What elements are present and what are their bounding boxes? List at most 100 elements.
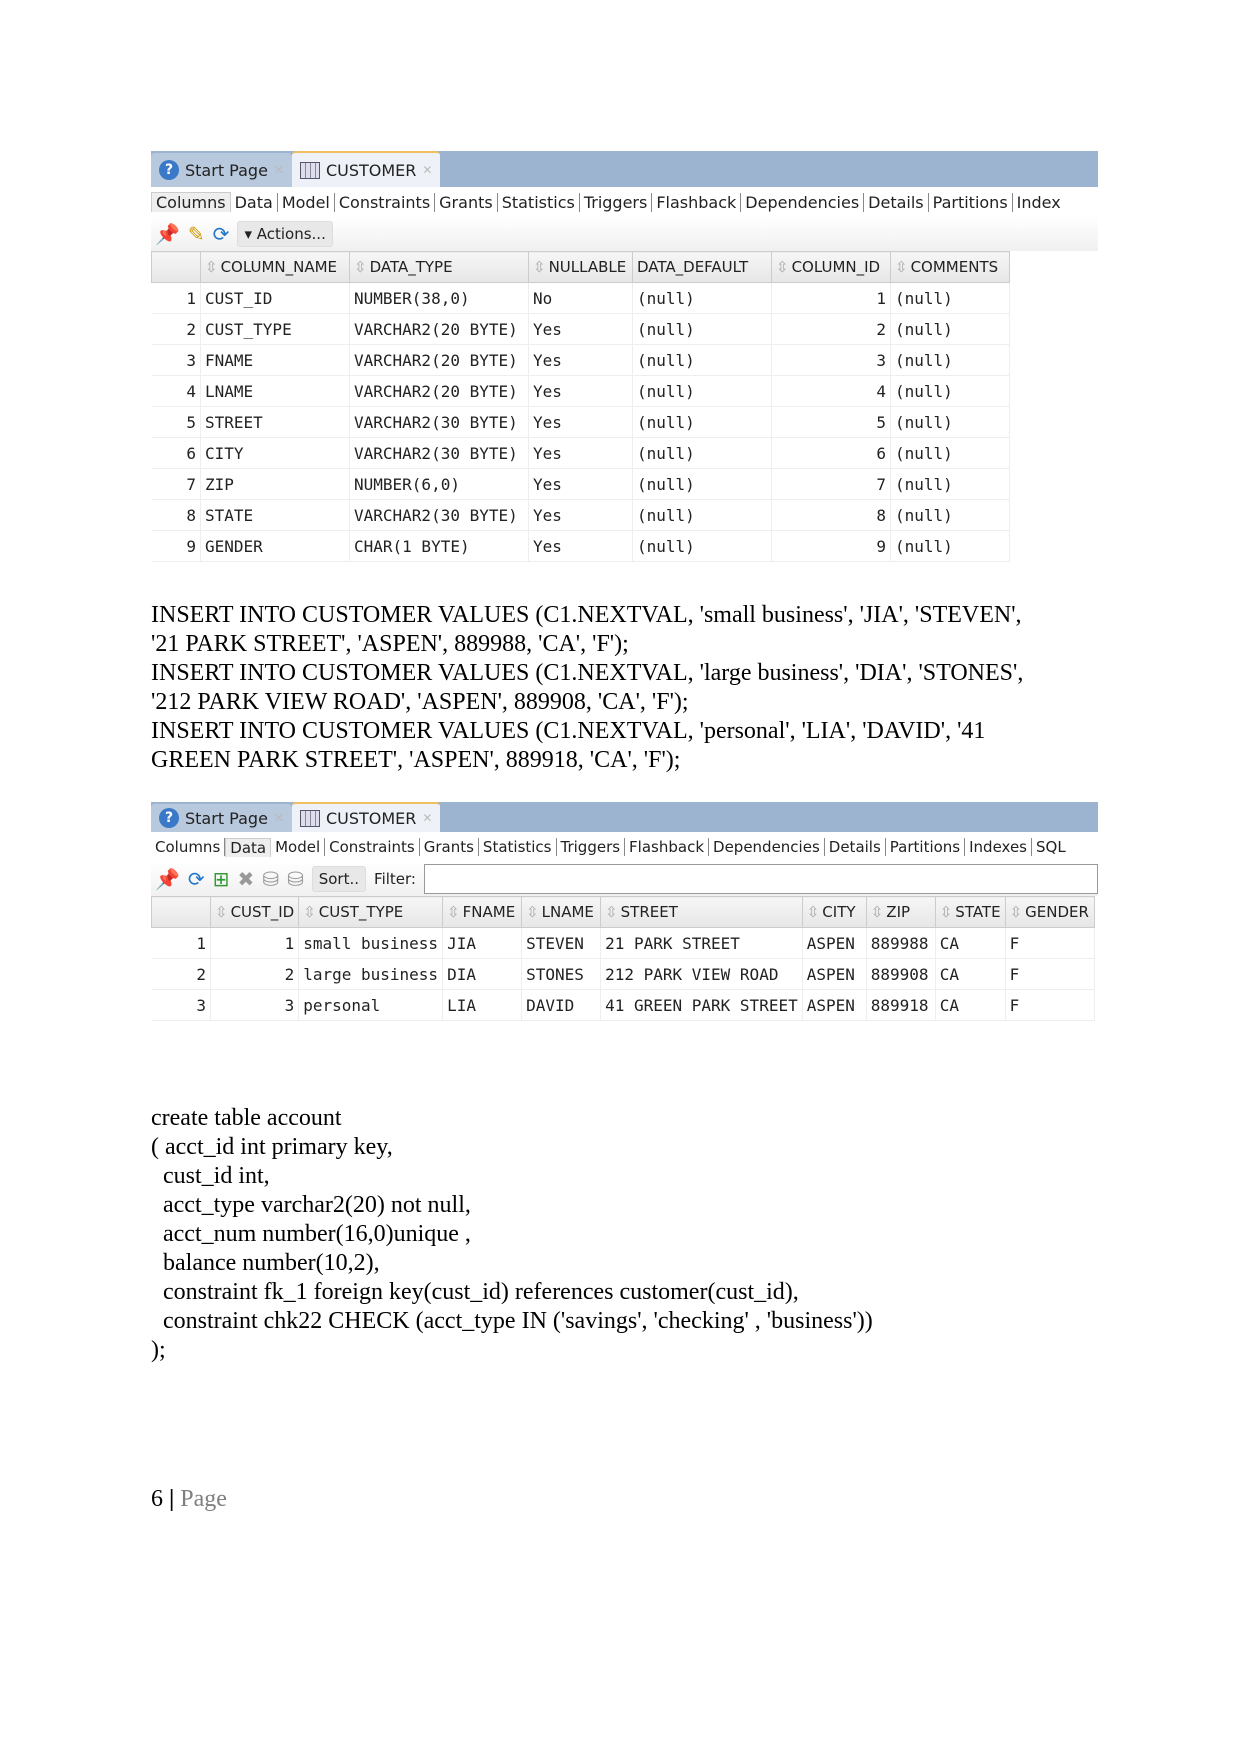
subtab-columns[interactable]: Columns [151, 838, 226, 856]
subtab-columns[interactable]: Columns [151, 192, 231, 212]
table-cell[interactable]: ASPEN [802, 927, 867, 959]
table-cell[interactable]: (null) [890, 530, 1010, 562]
table-cell[interactable]: (null) [890, 437, 1010, 469]
table-row[interactable]: 3 FNAME VARCHAR2(20 BYTE) Yes (null) 3 (null) [151, 344, 1010, 376]
table-cell[interactable]: 889908 [866, 958, 936, 990]
close-icon[interactable]: ✕ [274, 163, 284, 177]
table-row[interactable]: 1 CUST_ID NUMBER(38,0) No (null) 1 (null) [151, 282, 1010, 314]
table-cell[interactable]: CHAR(1 BYTE) [349, 530, 529, 562]
table-cell[interactable]: (null) [632, 530, 772, 562]
commit-icon[interactable]: ⛁ [262, 869, 279, 889]
table-cell[interactable]: (null) [632, 437, 772, 469]
table-cell[interactable]: (null) [632, 375, 772, 407]
sort-button[interactable]: Sort.. [311, 866, 367, 892]
table-cell[interactable]: 889918 [866, 989, 936, 1021]
table-cell[interactable]: No [528, 282, 633, 314]
column-header[interactable]: ⇳ CUST_ID [209, 896, 300, 928]
table-cell[interactable]: (null) [890, 375, 1010, 407]
subtab-constraints[interactable]: Constraints [325, 838, 420, 856]
table-row[interactable]: 2 2 large business DIA STONES 212 PARK VIEW R… [151, 958, 1095, 990]
table-cell[interactable]: (null) [890, 468, 1010, 500]
table-cell[interactable]: (null) [890, 313, 1010, 345]
table-cell[interactable]: Yes [528, 344, 633, 376]
table-cell[interactable]: VARCHAR2(30 BYTE) [349, 499, 529, 531]
table-cell[interactable]: 5 [771, 406, 891, 438]
subtab-triggers[interactable]: Triggers [580, 192, 653, 212]
table-cell[interactable]: 4 [771, 375, 891, 407]
table-cell[interactable]: 3 [210, 989, 300, 1021]
table-cell[interactable]: Yes [528, 313, 633, 345]
subtab-partitions[interactable]: Partitions [929, 192, 1013, 212]
actions-button[interactable]: ▾ Actions... [237, 221, 333, 247]
column-header[interactable]: ⇳ CUST_TYPE [298, 896, 444, 928]
subtab-indexes[interactable]: Indexes [965, 838, 1033, 856]
table-cell[interactable]: 21 PARK STREET [600, 927, 803, 959]
table-cell[interactable]: GENDER [200, 530, 350, 562]
table-cell[interactable]: STREET [200, 406, 350, 438]
delete-icon[interactable]: ✖ [237, 869, 254, 889]
close-icon[interactable]: ✕ [274, 811, 284, 825]
table-cell[interactable]: 1 [210, 927, 300, 959]
table-cell[interactable]: CA [935, 958, 1006, 990]
subtab-grants[interactable]: Grants [435, 192, 498, 212]
table-cell[interactable]: (null) [890, 499, 1010, 531]
close-icon[interactable]: ✕ [422, 811, 432, 825]
subtab-dependencies[interactable]: Dependencies [709, 838, 825, 856]
table-cell[interactable]: LIA [442, 989, 523, 1021]
table-cell[interactable]: CA [935, 927, 1006, 959]
table-cell[interactable]: (null) [890, 344, 1010, 376]
table-cell[interactable]: 6 [771, 437, 891, 469]
pin-icon[interactable]: 📌 [155, 224, 180, 244]
table-cell[interactable]: LNAME [200, 375, 350, 407]
table-cell[interactable]: F [1005, 927, 1095, 959]
table-cell[interactable]: (null) [632, 282, 772, 314]
table-cell[interactable]: F [1005, 989, 1095, 1021]
filter-input[interactable] [423, 864, 1098, 894]
table-cell[interactable]: 212 PARK VIEW ROAD [600, 958, 803, 990]
column-header[interactable]: ⇳ STREET [600, 896, 803, 928]
table-cell[interactable]: CUST_ID [200, 282, 350, 314]
table-cell[interactable]: VARCHAR2(30 BYTE) [349, 406, 529, 438]
subtab-constraints[interactable]: Constraints [335, 192, 436, 212]
column-header[interactable]: ⇳ NULLABLE [528, 251, 633, 283]
table-cell[interactable]: JIA [442, 927, 523, 959]
table-cell[interactable]: 2 [210, 958, 300, 990]
table-cell[interactable]: 2 [771, 313, 891, 345]
subtab-partitions[interactable]: Partitions [886, 838, 966, 856]
table-cell[interactable]: VARCHAR2(20 BYTE) [349, 313, 529, 345]
column-header[interactable]: ⇳ FNAME [442, 896, 523, 928]
subtab-flashback[interactable]: Flashback [652, 192, 742, 212]
table-cell[interactable]: (null) [632, 344, 772, 376]
table-cell[interactable]: CITY [200, 437, 350, 469]
column-header[interactable]: ⇳ ZIP [865, 896, 936, 928]
table-cell[interactable]: Yes [528, 406, 633, 438]
subtab-data[interactable]: Data [231, 192, 278, 212]
table-cell[interactable]: 889988 [866, 927, 936, 959]
table-cell[interactable]: (null) [632, 406, 772, 438]
column-header[interactable]: ⇳ DATA_TYPE [349, 251, 529, 283]
table-cell[interactable]: F [1005, 958, 1095, 990]
tab-customer[interactable]: CUSTOMER ✕ [291, 802, 441, 832]
table-cell[interactable]: (null) [890, 282, 1010, 314]
column-header[interactable]: ⇳ COLUMN_NAME [200, 251, 350, 283]
subtab-index[interactable]: Index [1013, 193, 1065, 212]
table-row[interactable]: 5 STREET VARCHAR2(30 BYTE) Yes (null) 5 (null) [151, 406, 1010, 438]
table-cell[interactable]: CUST_TYPE [200, 313, 350, 345]
table-cell[interactable]: STEVEN [521, 927, 602, 959]
table-cell[interactable]: Yes [528, 375, 633, 407]
table-cell[interactable]: DAVID [521, 989, 602, 1021]
subtab-details[interactable]: Details [864, 192, 929, 212]
subtab-statistics[interactable]: Statistics [498, 192, 580, 212]
subtab-triggers[interactable]: Triggers [557, 838, 626, 856]
subtab-data[interactable]: Data [225, 837, 272, 857]
column-header[interactable]: ⇳ GENDER [1004, 896, 1095, 928]
table-cell[interactable]: VARCHAR2(20 BYTE) [349, 344, 529, 376]
subtab-dependencies[interactable]: Dependencies [741, 192, 865, 212]
table-cell[interactable]: ASPEN [802, 989, 867, 1021]
column-header[interactable]: ⇳ LNAME [521, 896, 602, 928]
table-cell[interactable]: large business [298, 958, 444, 990]
refresh-icon[interactable]: ⟳ [188, 869, 205, 889]
table-cell[interactable]: ASPEN [802, 958, 867, 990]
table-row[interactable]: 6 CITY VARCHAR2(30 BYTE) Yes (null) 6 (null) [151, 437, 1010, 469]
subtab-details[interactable]: Details [825, 838, 886, 856]
